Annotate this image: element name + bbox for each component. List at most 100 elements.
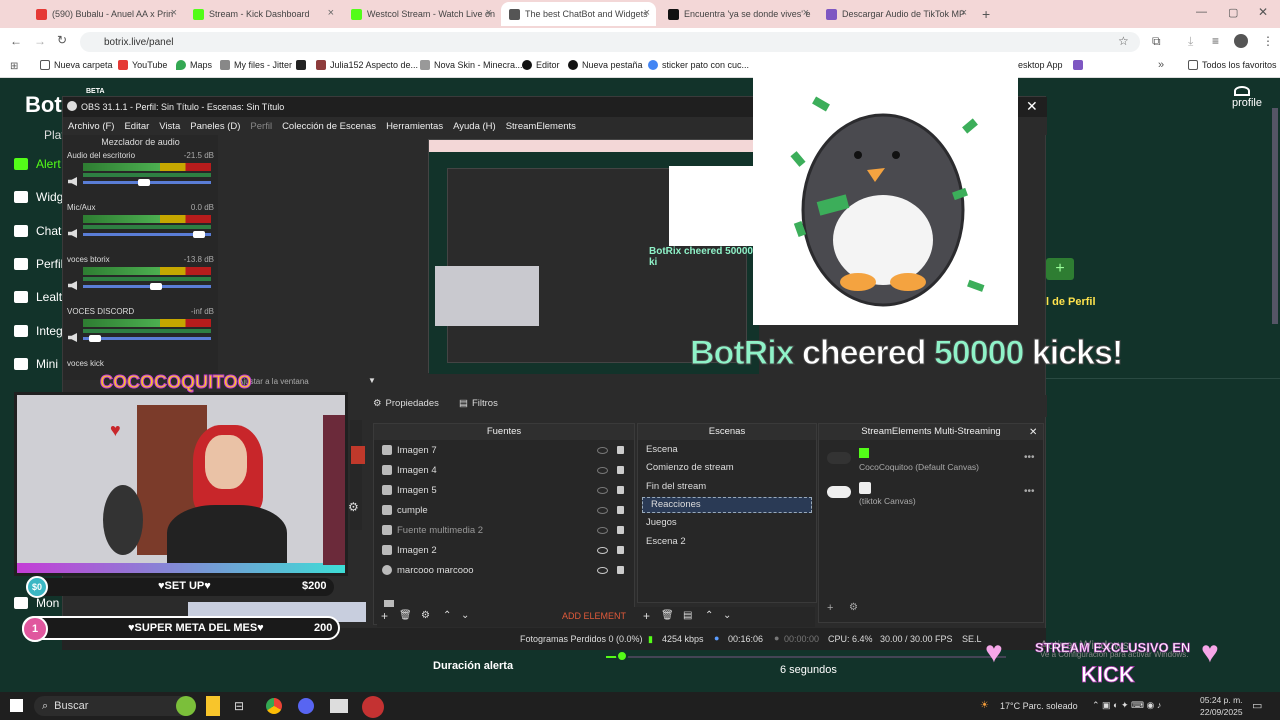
eye-off-icon[interactable] [597,526,608,534]
source-row[interactable]: marcooo marcooo [374,560,634,580]
lock-icon[interactable] [617,466,624,474]
perfil-link[interactable]: l de Perfil [1046,296,1096,308]
more-bookmarks-icon[interactable]: » [1158,59,1164,71]
duration-knob[interactable] [616,650,628,662]
apps-grid-icon[interactable]: ⊞ [10,61,18,72]
chrome-icon[interactable] [266,698,282,714]
add-icon[interactable]: + [643,609,650,623]
menu-vista[interactable]: Vista [159,121,180,132]
eye-icon[interactable] [597,566,608,574]
close-icon[interactable]: × [803,7,809,19]
down-icon[interactable]: ⌄ [723,610,731,621]
close-icon[interactable]: × [328,7,334,19]
source-row[interactable]: Imagen 7 [374,440,634,460]
tray-icons[interactable]: ⌃ ▣ ◐ ✦ ⌨ ◉ ♪ [1092,700,1161,711]
bookmark-star-icon[interactable]: ☆ [1118,34,1129,48]
profile-link[interactable]: profile [1232,97,1262,109]
all-bookmarks[interactable]: Todos los favoritos [1188,60,1277,70]
add-button[interactable]: + [1046,258,1074,280]
profile-icon[interactable] [1234,86,1250,96]
speaker-icon[interactable] [68,333,77,342]
duration-slider[interactable] [606,656,1006,658]
scene-item[interactable]: Escena 2 [638,532,816,551]
menu-editar[interactable]: Editar [124,121,149,132]
volume-knob[interactable] [150,283,163,290]
add-icon[interactable]: + [827,602,833,614]
lock-icon[interactable] [617,526,624,534]
speaker-icon[interactable] [68,229,77,238]
toggle-switch[interactable] [827,452,851,464]
lock-icon[interactable] [617,446,624,454]
notifications-icon[interactable]: ▭ [1252,699,1262,712]
propiedades-button[interactable]: ⚙ Propiedades [373,398,439,409]
maximize-button[interactable]: ▢ [1228,6,1238,19]
volume-knob[interactable] [137,179,150,186]
eye-off-icon[interactable] [597,446,608,454]
new-tab-button[interactable]: + [982,6,990,22]
extensions-icon[interactable]: ⧉ [1152,34,1161,49]
sidebar-item-chat[interactable]: Chat [14,224,61,238]
bookmark-item[interactable] [296,60,306,70]
lock-icon[interactable] [617,566,624,574]
volume-knob[interactable] [193,231,206,238]
lock-icon[interactable] [617,506,624,514]
speaker-icon[interactable] [68,281,77,290]
reload-button[interactable]: ↻ [57,33,67,47]
back-button[interactable]: ← [10,34,22,48]
trash-icon[interactable]: 🗑 [661,610,674,621]
browser-tab[interactable]: Stream - Kick Dashboard × [185,2,340,26]
window-close-button[interactable]: ✕ [1258,5,1268,19]
browser-tab[interactable]: (590) Bubalu - Anuel AA x Prin × [28,2,183,26]
browser-tab-active[interactable]: The best ChatBot and Widgets × [501,2,656,26]
more-icon[interactable]: ••• [1024,452,1035,463]
up-icon[interactable]: ⌃ [443,610,451,621]
sidebar-item-perfil[interactable]: Perfil [14,257,63,271]
source-row[interactable]: Imagen 4 [374,460,634,480]
url-field[interactable]: botrix.live/panel [80,32,1140,52]
media-icon[interactable]: ≡ [1212,34,1219,48]
source-row[interactable]: Fuente multimedia 2 [374,520,634,540]
sidebar-item-minijuegos[interactable]: Mini [14,357,58,371]
lock-icon[interactable] [617,546,624,554]
menu-perfil[interactable]: Perfil [250,121,272,132]
scene-item[interactable]: Escena [638,440,816,459]
filtros-button[interactable]: ▤ Filtros [459,398,498,409]
down-icon[interactable]: ⌄ [461,610,469,621]
bookmark-item[interactable]: Nova Skin - Minecra... [420,60,523,70]
taskbar-search[interactable]: ⌕ Buscar [34,696,194,716]
widget-icon[interactable] [176,696,196,716]
windows-start-icon[interactable] [10,699,23,712]
sidebar-item-widgets[interactable]: Widg [14,190,63,204]
eye-off-icon[interactable] [597,506,608,514]
eye-off-icon[interactable] [597,486,608,494]
close-icon[interactable]: × [171,7,177,19]
sidebar-item-integraciones[interactable]: Integ [14,324,63,338]
bookmark-item[interactable]: Nueva carpeta [40,60,113,70]
volume-slider[interactable] [83,337,211,340]
gear-icon[interactable]: ⚙ [421,610,430,621]
menu-icon[interactable]: ⋮ [1262,34,1274,48]
filter-icon[interactable]: ▤ [683,610,692,621]
browser-tab[interactable]: Encuentra 'ya se donde vives' e × [660,2,815,26]
discord-icon[interactable] [298,698,314,714]
menu-paneles[interactable]: Paneles (D) [190,121,240,132]
add-element-button[interactable]: ADD ELEMENT [562,611,626,621]
scene-item[interactable]: Fin del stream [638,477,816,496]
toggle-switch[interactable] [827,486,851,498]
eye-icon[interactable] [597,546,608,554]
browser-tab[interactable]: Westcol Stream - Watch Live on × [343,2,498,26]
widget-icon[interactable] [206,696,220,716]
bookmark-item[interactable]: esktop App [1018,60,1083,70]
source-row[interactable]: Imagen 5 [374,480,634,500]
gear-icon[interactable]: ⚙ [849,602,858,613]
volume-knob[interactable] [88,335,101,342]
app-icon[interactable] [330,699,348,713]
trash-icon[interactable]: 🗑 [399,610,412,621]
add-icon[interactable]: + [381,609,388,623]
task-view-icon[interactable]: ⊟ [234,699,244,713]
page-scrollbar[interactable] [1272,108,1278,324]
up-icon[interactable]: ⌃ [705,610,713,621]
source-row[interactable]: Imagen 2 [374,540,634,560]
sidebar-item-alerts[interactable]: Alert [14,157,61,171]
sidebar-item-lealtad[interactable]: Lealt [14,290,62,304]
